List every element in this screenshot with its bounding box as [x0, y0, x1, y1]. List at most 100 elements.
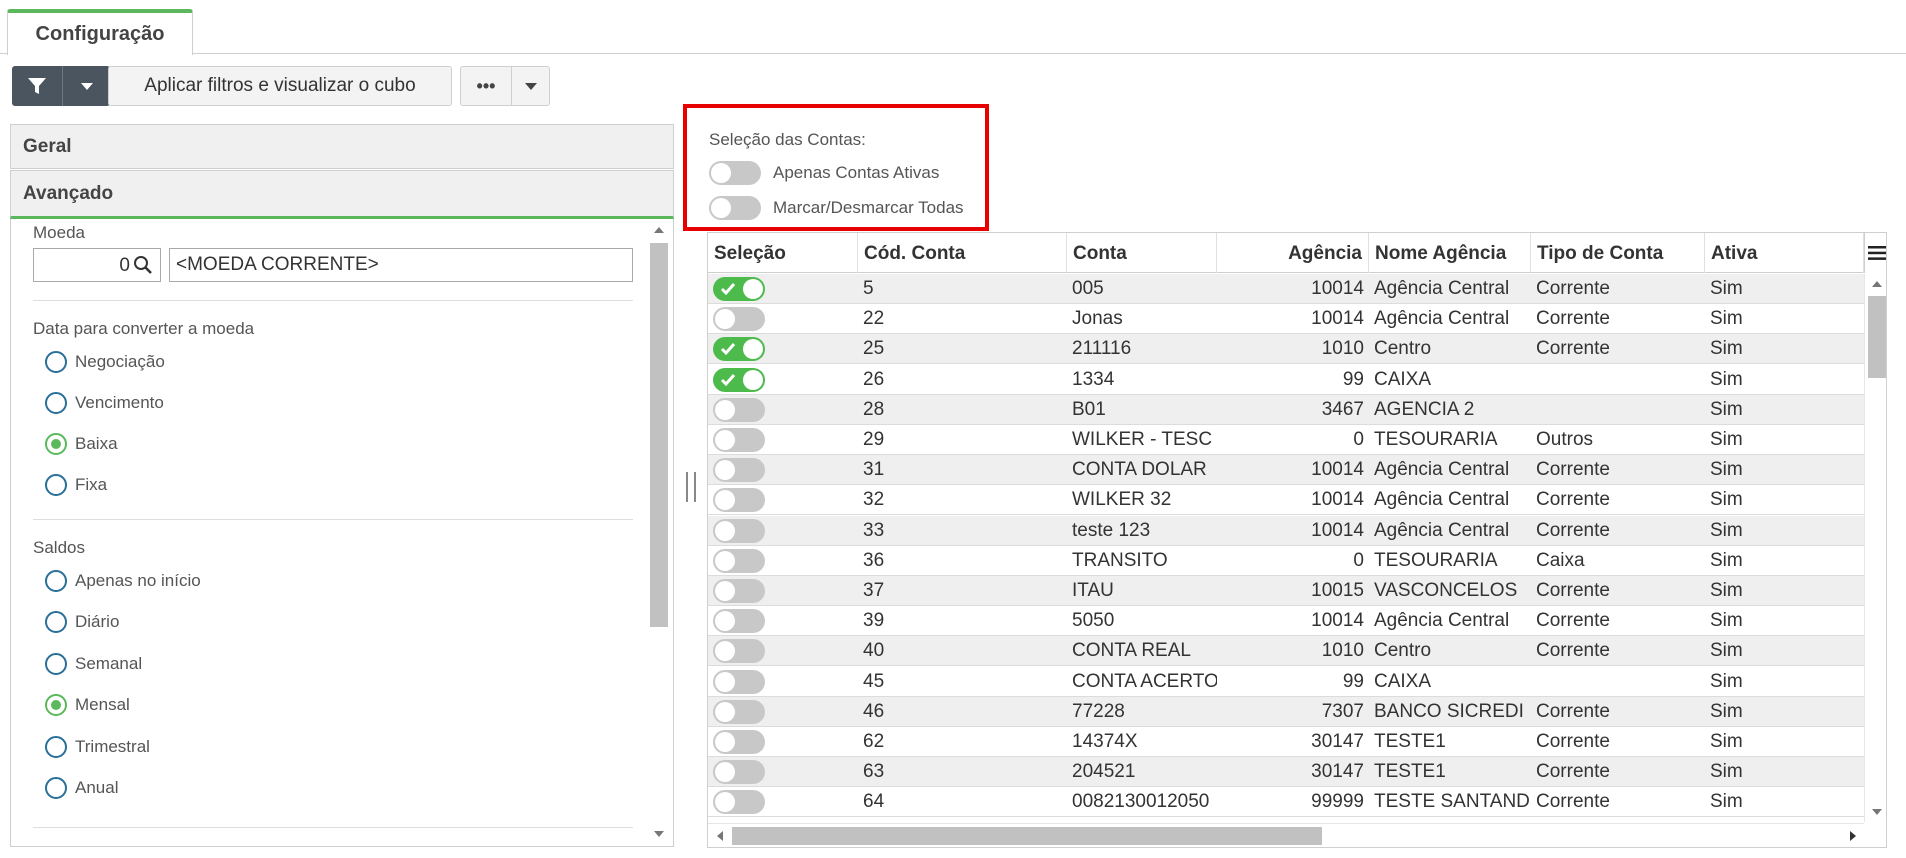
column-header-cod-conta[interactable]: Cód. Conta	[858, 233, 1067, 273]
table-row[interactable]: 26 1334 99 CAIXA Sim	[708, 365, 1864, 395]
radio-label: Semanal	[75, 654, 143, 673]
radio-mensal[interactable]: Mensal	[45, 691, 130, 719]
cell-agencia: 99999	[1311, 791, 1364, 813]
check-icon	[720, 343, 736, 356]
radio-trimestral[interactable]: Trimestral	[45, 733, 150, 761]
scroll-down-icon[interactable]	[1872, 809, 1882, 815]
cell-agencia: 10015	[1311, 580, 1364, 601]
table-row[interactable]: 29 WILKER - TESC 0 TESOURARIA Outros Sim	[708, 425, 1864, 455]
radio-diario[interactable]: Diário	[45, 608, 119, 636]
table-row[interactable]: 33 teste 123 10014 Agência Central Corrente S…	[708, 515, 1864, 546]
apply-filters-button[interactable]: Aplicar filtros e visualizar o cubo	[108, 66, 452, 106]
scroll-right-icon[interactable]	[1850, 831, 1856, 841]
column-menu-button[interactable]	[1864, 233, 1886, 273]
table-row[interactable]: 63 204521 30147 TESTE1 Corrente Sim	[708, 757, 1864, 788]
radio-fixa[interactable]: Fixa	[45, 471, 107, 499]
more-dropdown-button[interactable]	[511, 67, 549, 105]
grid-vertical-scrollbar[interactable]	[1864, 274, 1886, 822]
scrollbar-thumb[interactable]	[650, 243, 668, 627]
cell-cod: 5	[863, 278, 874, 299]
selection-toggle-off[interactable]	[713, 458, 765, 483]
scroll-down-icon[interactable]	[654, 831, 664, 837]
cell-agencia: 1010	[1321, 640, 1364, 662]
toggle-marcar-desmarcar-todas[interactable]: Marcar/Desmarcar Todas	[709, 195, 964, 221]
panel-splitter[interactable]	[684, 472, 698, 502]
selection-toggle-off[interactable]	[713, 699, 765, 724]
selection-toggle-off[interactable]	[713, 639, 765, 664]
cell-tipo: Corrente	[1536, 308, 1610, 330]
toggle-switch[interactable]	[709, 161, 761, 185]
selection-toggle-on[interactable]	[713, 367, 765, 392]
radio-apenas-inicio[interactable]: Apenas no início	[45, 567, 201, 595]
search-icon[interactable]	[133, 255, 153, 275]
table-row[interactable]: 64 0082130012050 99999 TESTE SANTANDERCorre…	[708, 787, 1864, 818]
cell-nome: CAIXA	[1374, 670, 1432, 692]
column-header-agencia[interactable]: Agência	[1217, 233, 1369, 273]
table-row[interactable]: 28 B01 3467 AGENCIA 2 Sim	[708, 394, 1864, 425]
column-header-nome-agencia[interactable]: Nome Agência	[1369, 233, 1531, 273]
selection-toggle-off[interactable]	[713, 579, 765, 603]
scrollbar-thumb[interactable]	[732, 827, 1322, 845]
cell-nome: Centro	[1374, 338, 1432, 360]
toggle-apenas-contas-ativas[interactable]: Apenas Contas Ativas	[709, 160, 939, 186]
table-row[interactable]: 62 14374X 30147 TESTE1 Corrente Sim	[708, 727, 1864, 757]
cell-agencia: 10014	[1311, 308, 1364, 330]
cell-conta: WILKER 32	[1072, 489, 1172, 511]
radio-vencimento[interactable]: Vencimento	[45, 389, 164, 417]
radio-baixa[interactable]: Baixa	[45, 430, 118, 458]
table-row[interactable]: 31 CONTA DOLAR 10014 Agência Central Corrent…	[708, 455, 1864, 486]
selection-toggle-off[interactable]	[713, 760, 765, 785]
column-header-ativa[interactable]: Ativa	[1705, 233, 1864, 273]
radio-negociacao[interactable]: Negociação	[45, 348, 165, 376]
scroll-up-icon[interactable]	[654, 227, 664, 233]
table-row[interactable]: 36 TRANSITO 0 TESOURARIA Caixa Sim	[708, 546, 1864, 576]
selection-toggle-off[interactable]	[713, 669, 765, 694]
selection-toggle-off[interactable]	[713, 488, 765, 513]
table-row[interactable]: 5 005 10014 Agência Central Corrente Sim	[708, 274, 1864, 304]
scroll-left-icon[interactable]	[717, 831, 723, 841]
table-row[interactable]: 39 5050 10014 Agência Central Corrente Sim	[708, 606, 1864, 637]
selection-toggle-on[interactable]	[713, 337, 765, 362]
radio-indicator	[45, 611, 67, 633]
cell-conta: 204521	[1072, 761, 1136, 783]
selection-toggle-off[interactable]	[713, 609, 765, 634]
left-panel-scrollbar[interactable]	[647, 219, 671, 846]
selection-toggle-off[interactable]	[713, 428, 765, 452]
table-row[interactable]: 22 Jonas 10014 Agência Central Corrente Sim	[708, 304, 1864, 335]
table-row[interactable]: 32 WILKER 32 10014 Agência Central Corrente S…	[708, 485, 1864, 516]
more-options-button[interactable]: •••	[461, 67, 511, 105]
scroll-up-icon[interactable]	[1872, 281, 1882, 287]
selection-toggle-off[interactable]	[713, 518, 765, 543]
selection-toggle-on[interactable]	[713, 277, 765, 301]
selection-toggle-off[interactable]	[713, 397, 765, 422]
column-header-conta[interactable]: Conta	[1067, 233, 1217, 273]
cell-tipo	[1531, 365, 1705, 395]
table-row[interactable]: 25 211116 1010 Centro Corrente Sim	[708, 334, 1864, 365]
tab-configuracao[interactable]: Configuração	[7, 9, 193, 55]
radio-anual[interactable]: Anual	[45, 774, 118, 802]
table-row[interactable]: 37 ITAU 10015 VASCONCELOS Corrente Sim	[708, 576, 1864, 606]
accordion-geral[interactable]: Geral	[10, 124, 674, 169]
filter-button[interactable]	[12, 66, 62, 106]
cell-ativa: Sim	[1710, 640, 1743, 662]
table-row[interactable]: 45 CONTA ACERTO 99 CAIXA Sim	[708, 667, 1864, 697]
selection-toggle-off[interactable]	[713, 548, 765, 573]
table-row[interactable]: 46 77228 7307 BANCO SICREDI Corrente Sim	[708, 696, 1864, 727]
cell-agencia: 10014	[1311, 489, 1364, 511]
toggle-switch[interactable]	[709, 196, 761, 220]
cell-nome: AGENCIA 2	[1374, 398, 1475, 420]
selection-toggle-off[interactable]	[713, 790, 765, 815]
column-header-selecao[interactable]: Seleção	[708, 233, 858, 273]
accordion-avancado[interactable]: Avançado	[10, 170, 674, 219]
column-header-tipo-conta[interactable]: Tipo de Conta	[1531, 233, 1705, 273]
cell-nome: TESTE SANTANDER	[1374, 791, 1531, 813]
selection-toggle-off[interactable]	[713, 730, 765, 754]
cell-nome: TESTE1	[1374, 761, 1446, 783]
scrollbar-thumb[interactable]	[1868, 296, 1886, 378]
filter-dropdown-button[interactable]	[62, 66, 110, 106]
selection-toggle-off[interactable]	[713, 307, 765, 332]
radio-semanal[interactable]: Semanal	[45, 650, 142, 678]
table-row[interactable]: 40 CONTA REAL 1010 Centro Corrente Sim	[708, 636, 1864, 667]
grid-horizontal-scrollbar[interactable]	[708, 823, 1864, 847]
selection-cell	[708, 606, 858, 636]
